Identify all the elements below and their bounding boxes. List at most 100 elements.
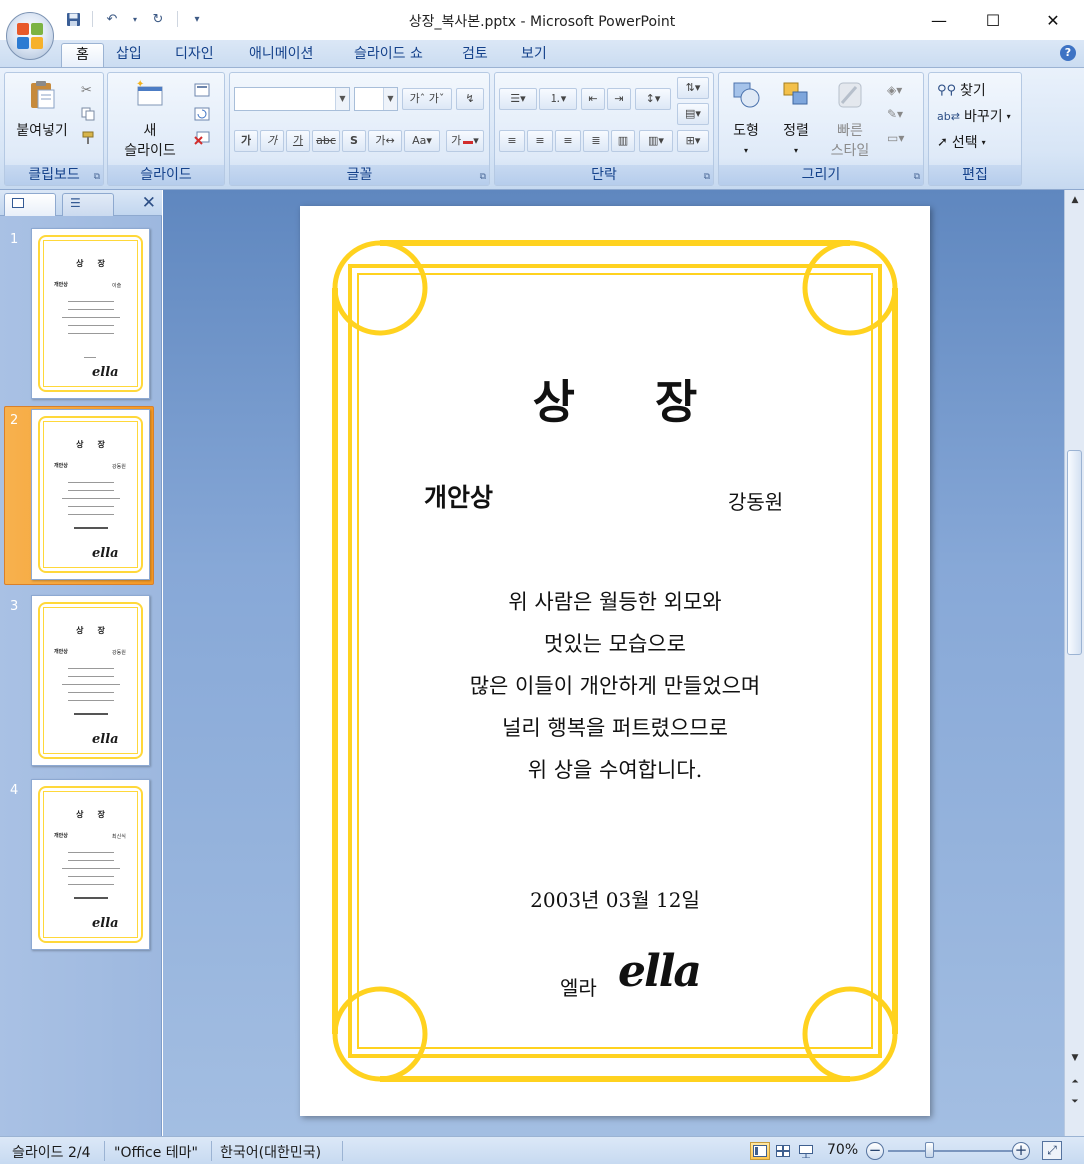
paste-button[interactable]: 붙여넣기 (9, 79, 75, 141)
center-button[interactable]: ≡ (527, 130, 553, 152)
slide-thumbnail-row[interactable]: 3 상 장 개안상 강동원 ella (0, 595, 158, 770)
scroll-up-icon[interactable]: ▲ (1067, 192, 1083, 208)
slides-tab[interactable] (4, 193, 56, 216)
vertical-scrollbar[interactable]: ▲ ▼ ⏶ ⏷ (1064, 190, 1084, 1136)
shapes-button[interactable]: 도형 ▾ (723, 79, 769, 161)
font-color-button[interactable]: 가 ▾ (446, 130, 484, 152)
font-name-dropdown-icon[interactable]: ▼ (335, 88, 349, 110)
scroll-down-icon[interactable]: ▼ (1067, 1050, 1083, 1066)
layout-icon[interactable] (194, 83, 210, 99)
tab-insert[interactable]: 삽입 (102, 43, 156, 68)
underline-button[interactable]: 가 (286, 130, 310, 152)
current-slide[interactable]: 상 장 개안상 강동원 위 사람은 월등한 외모와 멋있는 모습으로 많은 이들이 … (300, 206, 930, 1116)
justify-button[interactable]: ≣ (583, 130, 609, 152)
bullets-button[interactable]: ☰▾ (499, 88, 537, 110)
certificate-frame (332, 240, 898, 1082)
zoom-in-icon[interactable]: + (1012, 1142, 1030, 1160)
ribbon: 붙여넣기 ✂ 클립보드 ⧉ ✦ 새 슬라이드 슬라이드 ▼ ▼ 가ˆ 가ˇ ↯ … (0, 67, 1084, 190)
scroll-thumb[interactable] (1067, 450, 1082, 655)
previous-slide-icon[interactable]: ⏶ (1067, 1074, 1083, 1090)
shape-outline-icon[interactable]: ✎▾ (887, 107, 903, 123)
title-bar: ↶ ▾ ↻ ▾ 상장_복사본.pptx - Microsoft PowerPoi… (0, 0, 1084, 40)
zoom-out-icon[interactable]: − (866, 1142, 884, 1160)
paragraph-dialog-launcher-icon[interactable]: ⧉ (704, 172, 710, 182)
increase-indent-button[interactable]: ⇥ (607, 88, 631, 110)
zoom-slider-track[interactable] (888, 1150, 1014, 1152)
slideshow-view-icon[interactable] (796, 1142, 816, 1160)
thumbnail-title: 상 장 (76, 259, 105, 269)
tab-design[interactable]: 디자인 (161, 43, 228, 68)
font-dialog-launcher-icon[interactable]: ⧉ (480, 172, 486, 182)
char-spacing-button[interactable]: 가↔ (368, 130, 402, 152)
tab-animations[interactable]: 애니메이션 (235, 43, 327, 68)
italic-button[interactable]: 가 (260, 130, 284, 152)
fit-to-window-icon[interactable]: ⤢ (1042, 1141, 1062, 1160)
zoom-slider-thumb[interactable] (925, 1142, 934, 1158)
strikethrough-button[interactable]: abc (312, 130, 340, 152)
office-button[interactable] (6, 12, 54, 60)
clipboard-dialog-launcher-icon[interactable]: ⧉ (94, 172, 100, 182)
font-size-dropdown-icon[interactable]: ▼ (383, 88, 397, 110)
font-size-combo[interactable]: ▼ (354, 87, 398, 111)
shape-effects-icon[interactable]: ▭▾ (887, 131, 904, 147)
format-painter-icon[interactable] (81, 131, 97, 147)
thumbnail-signature: ella (92, 546, 119, 561)
new-slide-button[interactable]: ✦ 새 슬라이드 (112, 79, 188, 161)
slide-thumbnail-row[interactable]: 2 상 장 개안상 강동원 ella (0, 409, 158, 584)
columns-button[interactable]: ▥▾ (639, 130, 673, 152)
slide-thumbnail[interactable]: 상 장 개안상 강동원 ella (31, 595, 150, 766)
certificate-body-line: 위 사람은 월등한 외모와 (508, 590, 722, 614)
signer-name: 엘라 (560, 976, 597, 1000)
font-name-combo[interactable]: ▼ (234, 87, 350, 111)
text-direction-button[interactable]: ⇅▾ (677, 77, 709, 99)
select-button[interactable]: ➚ 선택 ▾ (937, 131, 986, 153)
align-right-button[interactable]: ≡ (555, 130, 581, 152)
next-slide-icon[interactable]: ⏷ (1067, 1094, 1083, 1110)
copy-icon[interactable] (81, 107, 97, 123)
change-case-button[interactable]: Aa▾ (404, 130, 440, 152)
language-indicator[interactable]: 한국어(대한민국) (220, 1142, 321, 1162)
slide-sorter-view-icon[interactable] (773, 1142, 793, 1160)
tab-slideshow[interactable]: 슬라이드 쇼 (340, 43, 437, 68)
clear-formatting-button[interactable]: ↯ (456, 88, 484, 110)
replace-button[interactable]: ab⇄ 바꾸기 ▾ (937, 105, 1011, 127)
close-pane-icon[interactable]: ✕ (142, 193, 156, 213)
shape-fill-icon[interactable]: ◈▾ (887, 83, 903, 99)
delete-slide-icon[interactable] (194, 131, 210, 147)
slide-thumbnail[interactable]: 상 장 개안상 이슬 ella (31, 228, 150, 399)
slide-thumbnail-row[interactable]: 4 상 장 개안상 최신식 ella (0, 779, 158, 954)
slide-thumbnail-row[interactable]: 1 상 장 개안상 이슬 ella (0, 228, 158, 403)
cut-icon[interactable]: ✂ (81, 83, 97, 99)
zoom-level[interactable]: 70% (827, 1142, 858, 1158)
numbering-button[interactable]: ⒈▾ (539, 88, 577, 110)
thumbnail-title: 상 장 (76, 626, 105, 636)
normal-view-icon[interactable] (750, 1142, 770, 1160)
find-button[interactable]: ⚲⚲ 찾기 (937, 79, 986, 101)
bold-button[interactable]: 가 (234, 130, 258, 152)
tab-view[interactable]: 보기 (507, 43, 561, 68)
reset-icon[interactable] (194, 107, 210, 123)
font-group-label: 글꼴 (230, 165, 489, 185)
arrange-button[interactable]: 정렬 ▾ (773, 79, 819, 161)
certificate-date: 2003년 03월 12일 (530, 888, 700, 912)
minimize-button[interactable]: — (912, 0, 966, 40)
tab-home[interactable]: 홈 (61, 43, 104, 68)
grow-font-button[interactable]: 가ˆ 가ˇ (402, 88, 452, 110)
decrease-indent-button[interactable]: ⇤ (581, 88, 605, 110)
align-left-button[interactable]: ≡ (499, 130, 525, 152)
tab-review[interactable]: 검토 (448, 43, 502, 68)
slide-thumbnail[interactable]: 상 장 개안상 최신식 ella (31, 779, 150, 950)
help-icon[interactable]: ? (1060, 45, 1076, 61)
certificate-body-line: 널리 행복을 퍼트렸으므로 (502, 716, 728, 740)
smartart-button[interactable]: ⊞▾ (677, 130, 709, 152)
quick-styles-button[interactable]: 빠른 스타일 (821, 79, 879, 161)
outline-tab[interactable]: ☰ (62, 193, 114, 216)
drawing-dialog-launcher-icon[interactable]: ⧉ (914, 172, 920, 182)
slide-thumbnail[interactable]: 상 장 개안상 강동원 ella (31, 409, 150, 580)
line-spacing-button[interactable]: ↕▾ (635, 88, 671, 110)
align-text-button[interactable]: ▤▾ (677, 103, 709, 125)
close-button[interactable]: ✕ (1026, 0, 1080, 40)
distributed-button[interactable]: ▥ (611, 130, 635, 152)
maximize-button[interactable]: ☐ (966, 0, 1020, 40)
shadow-button[interactable]: S (342, 130, 366, 152)
